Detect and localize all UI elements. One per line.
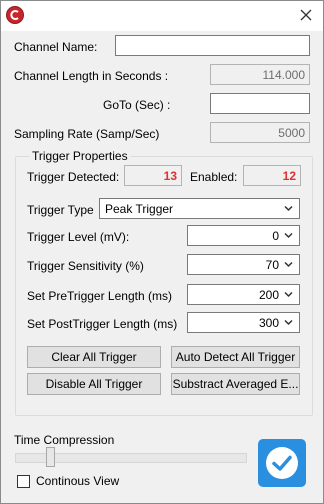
chevron-down-icon xyxy=(284,291,293,298)
trigger-type-select[interactable]: Peak Trigger xyxy=(99,198,300,219)
app-logo-icon xyxy=(6,6,24,24)
trigger-sensitivity-value: 70 xyxy=(265,258,279,272)
goto-input[interactable] xyxy=(210,93,310,114)
trigger-type-value: Peak Trigger xyxy=(105,202,174,216)
close-button[interactable] xyxy=(293,3,319,27)
auto-detect-all-trigger-button[interactable]: Auto Detect All Trigger xyxy=(171,346,300,368)
time-compression-label: Time Compression xyxy=(14,433,115,447)
channel-name-label: Channel Name: xyxy=(14,40,98,54)
continuous-view-label: Continous View xyxy=(36,474,120,488)
enabled-label: Enabled: xyxy=(190,170,238,184)
checkmark-icon xyxy=(266,447,298,479)
sampling-rate-field xyxy=(210,122,310,143)
continuous-view-checkbox[interactable] xyxy=(17,475,30,488)
chevron-down-icon xyxy=(284,261,293,268)
clear-all-trigger-button[interactable]: Clear All Trigger xyxy=(27,346,161,368)
channel-length-label: Channel Length in Seconds : xyxy=(14,69,169,83)
ok-button[interactable] xyxy=(258,439,306,487)
channel-name-input[interactable] xyxy=(115,35,310,56)
enabled-field xyxy=(243,165,301,186)
trigger-level-value: 0 xyxy=(272,229,279,243)
chevron-down-icon xyxy=(284,205,293,212)
trigger-level-select[interactable]: 0 xyxy=(187,225,300,246)
channel-length-field xyxy=(210,64,310,85)
pretrigger-length-select[interactable]: 200 xyxy=(187,284,300,305)
disable-all-trigger-button[interactable]: Disable All Trigger xyxy=(27,373,161,395)
close-icon xyxy=(300,9,312,21)
sampling-rate-label: Sampling Rate (Samp/Sec) xyxy=(14,127,160,141)
trigger-sensitivity-label: Trigger Sensitivity (%) xyxy=(27,259,144,273)
time-compression-slider-thumb[interactable] xyxy=(46,447,55,467)
pretrigger-length-value: 200 xyxy=(258,288,279,302)
chevron-down-icon xyxy=(284,319,293,326)
posttrigger-length-value: 300 xyxy=(258,316,279,330)
trigger-type-label: Trigger Type xyxy=(27,203,94,217)
pretrigger-length-label: Set PreTrigger Length (ms) xyxy=(27,289,172,303)
dialog-window: Channel Name: Channel Length in Seconds … xyxy=(0,0,324,504)
title-bar xyxy=(1,1,323,31)
trigger-properties-title: Trigger Properties xyxy=(30,149,130,163)
subtract-averaged-button[interactable]: Substract Averaged E... xyxy=(171,373,300,395)
trigger-detected-label: Trigger Detected: xyxy=(27,170,120,184)
goto-label: GoTo (Sec) : xyxy=(103,98,171,112)
posttrigger-length-select[interactable]: 300 xyxy=(187,312,300,333)
trigger-sensitivity-select[interactable]: 70 xyxy=(187,254,300,275)
trigger-detected-field xyxy=(124,165,182,186)
chevron-down-icon xyxy=(284,232,293,239)
trigger-level-label: Trigger Level (mV): xyxy=(27,230,130,244)
posttrigger-length-label: Set PostTrigger Length (ms) xyxy=(27,317,178,331)
